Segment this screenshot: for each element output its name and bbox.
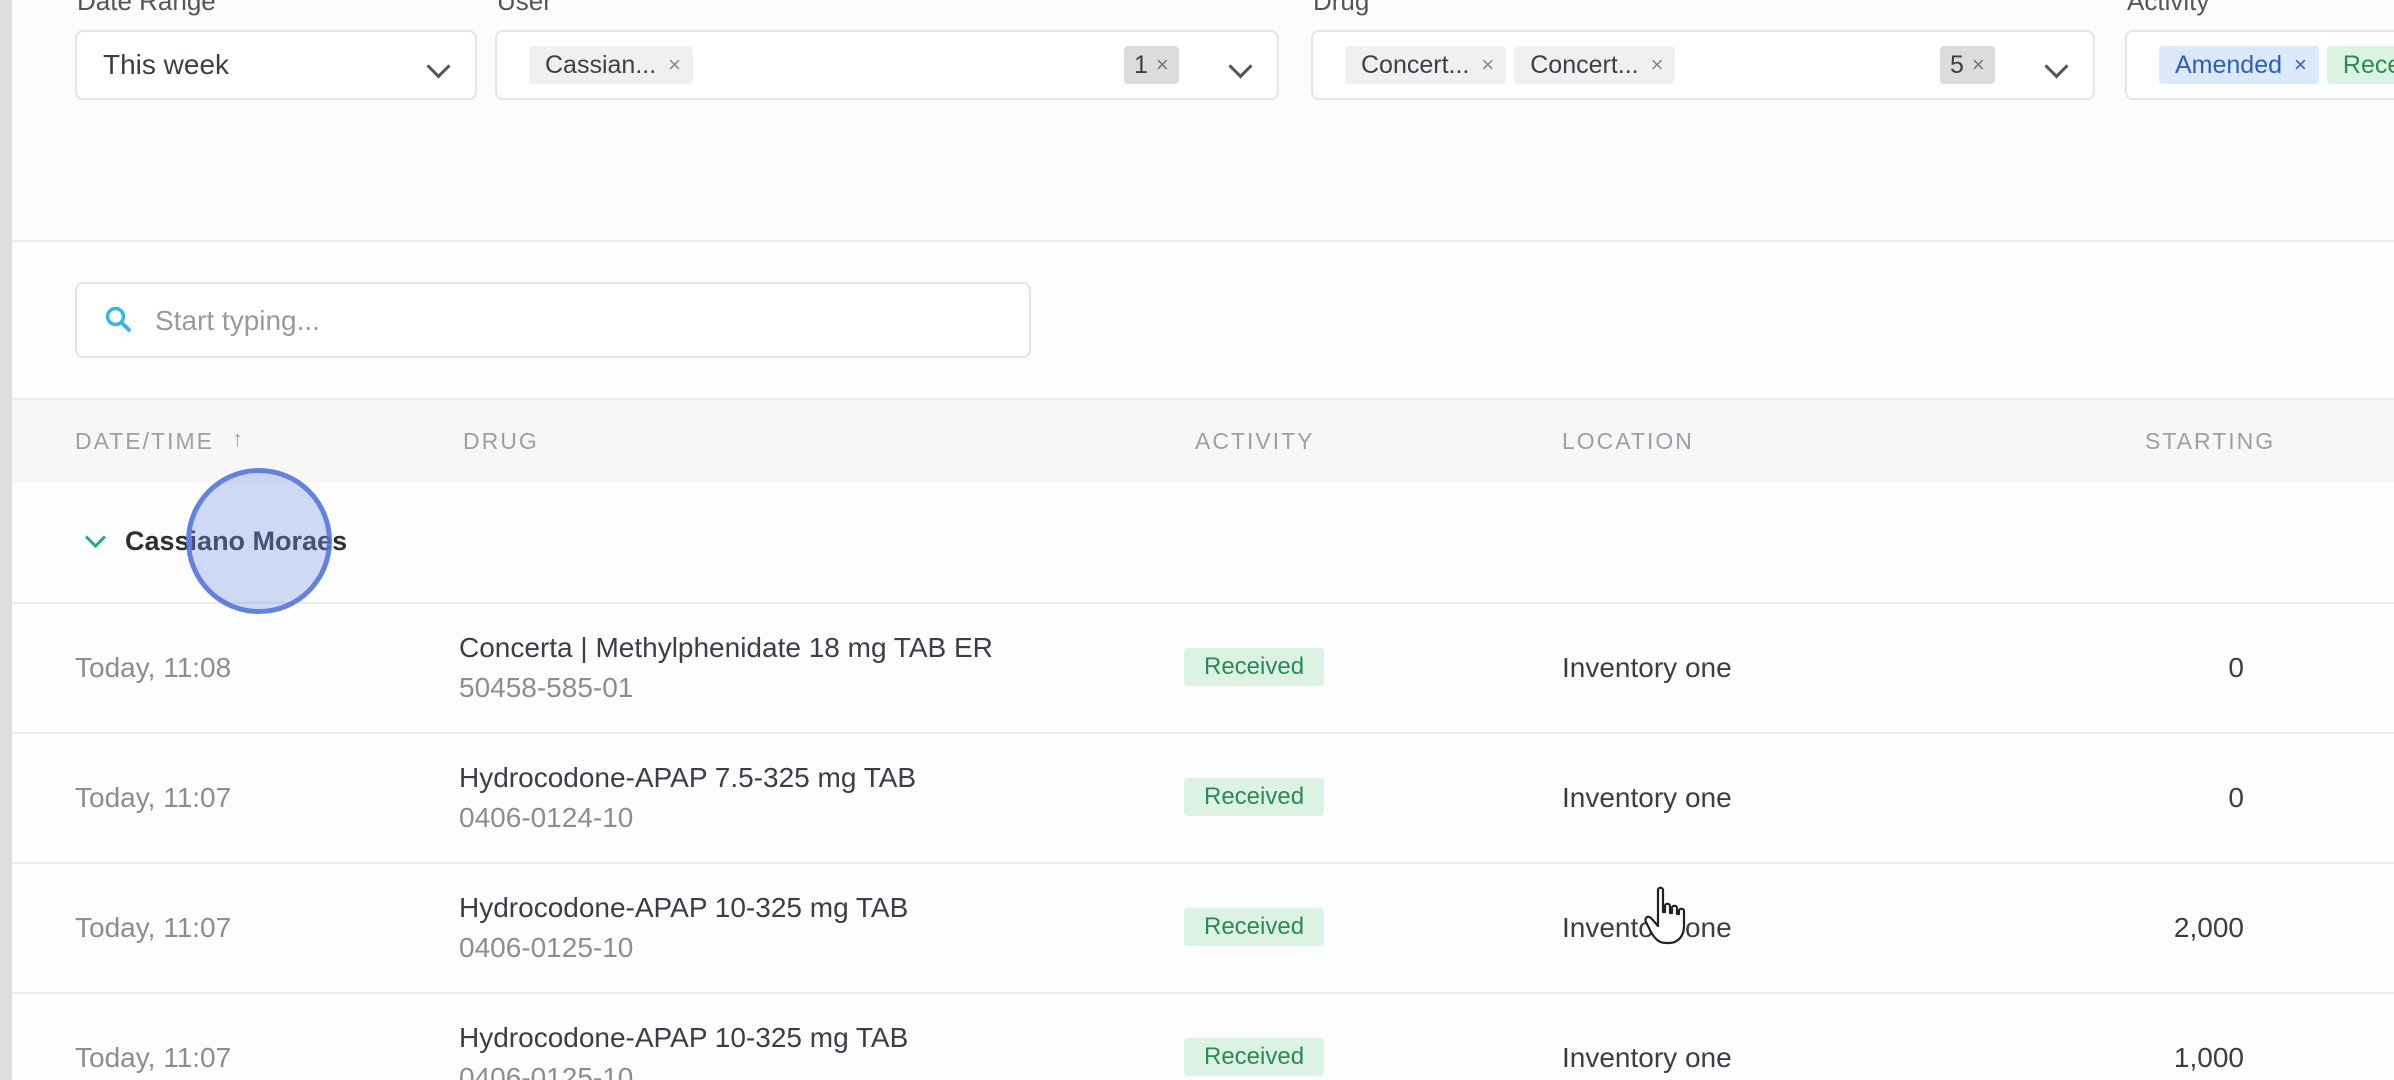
close-icon[interactable]: × — [668, 52, 681, 78]
date-range-label: Date Range — [77, 0, 216, 16]
activity-label: Activity — [2127, 0, 2210, 16]
row-starting: 2,000 — [2173, 912, 2244, 943]
row-datetime: Today, 11:07 — [75, 1042, 232, 1073]
user-select[interactable]: Cassian... × 1 × — [495, 30, 1279, 100]
sort-ascending-icon[interactable]: ↑ — [232, 426, 243, 452]
close-icon[interactable]: × — [2294, 52, 2307, 78]
row-datetime: Today, 11:07 — [75, 782, 232, 813]
date-range-value: This week — [103, 49, 230, 80]
activity-chip-label: Rece — [2342, 50, 2394, 79]
table-row[interactable]: Today, 11:07 Hydrocodone-APAP 7.5-325 mg… — [12, 734, 2394, 864]
close-icon[interactable]: × — [1972, 52, 1985, 78]
drug-count-badge[interactable]: 5 × — [1940, 46, 1995, 84]
drug-activity-page: Date Range This week User Cassian... × 1… — [12, 0, 2394, 1080]
row-drug-ndc: 50458-585-01 — [459, 672, 634, 703]
filter-bar: Date Range This week User Cassian... × 1… — [12, 0, 2394, 242]
drug-count: 5 — [1950, 50, 1964, 79]
row-datetime: Today, 11:07 — [75, 912, 232, 943]
column-header-activity[interactable]: ACTIVITY — [1195, 428, 1315, 455]
close-icon[interactable]: × — [1156, 52, 1169, 78]
search-box[interactable] — [75, 282, 1031, 358]
user-label: User — [497, 0, 552, 16]
close-icon[interactable]: × — [1651, 52, 1664, 78]
activity-chip-amended[interactable]: Amended × — [2159, 46, 2319, 84]
search-icon — [105, 306, 131, 332]
activity-select[interactable]: Amended × Rece — [2125, 30, 2394, 100]
drug-chip[interactable]: Concert... × — [1345, 46, 1507, 84]
chevron-down-icon[interactable] — [84, 526, 107, 549]
row-drug-ndc: 0406-0124-10 — [459, 802, 634, 833]
row-location: Inventory one — [1562, 1042, 1732, 1073]
status-badge: Received — [1184, 1038, 1325, 1076]
row-location: Inventory one — [1562, 782, 1732, 813]
user-chip[interactable]: Cassian... × — [529, 46, 694, 84]
status-badge: Received — [1184, 648, 1325, 686]
column-header-location[interactable]: LOCATION — [1562, 428, 1694, 455]
table-row[interactable]: Today, 11:07 Hydrocodone-APAP 10-325 mg … — [12, 994, 2394, 1080]
hand-pointer-icon — [1644, 886, 1686, 945]
row-drug-name: Hydrocodone-APAP 10-325 mg TAB — [459, 892, 909, 923]
user-chip-label: Cassian... — [545, 50, 657, 79]
row-datetime: Today, 11:08 — [75, 652, 232, 683]
user-group-row[interactable]: Cassiano Moraes — [12, 482, 2394, 604]
table-header: DATE/TIME ↑ DRUG ACTIVITY LOCATION START… — [12, 398, 2394, 484]
drug-chip[interactable]: Concert... × — [1514, 46, 1676, 84]
row-drug-name: Concerta | Methylphenidate 18 mg TAB ER — [459, 632, 993, 663]
window-edge — [0, 0, 12, 1080]
activity-chip-label: Amended — [2175, 50, 2283, 79]
status-badge: Received — [1184, 908, 1325, 946]
row-starting: 1,000 — [2173, 1042, 2244, 1073]
chevron-down-icon[interactable] — [1228, 54, 1253, 79]
user-count: 1 — [1134, 50, 1148, 79]
activity-chip-received[interactable]: Rece — [2326, 46, 2394, 84]
row-drug-name: Hydrocodone-APAP 7.5-325 mg TAB — [459, 762, 917, 793]
column-header-datetime[interactable]: DATE/TIME — [75, 428, 214, 455]
chevron-down-icon[interactable] — [2044, 54, 2069, 79]
row-location: Inventory one — [1562, 652, 1732, 683]
status-badge: Received — [1184, 778, 1325, 816]
drug-chip-label: Concert... — [1530, 50, 1639, 79]
table-row[interactable]: Today, 11:08 Concerta | Methylphenidate … — [12, 604, 2394, 734]
table-row[interactable]: Today, 11:07 Hydrocodone-APAP 10-325 mg … — [12, 864, 2394, 994]
search-input[interactable] — [153, 296, 997, 346]
drug-chip-label: Concert... — [1361, 50, 1470, 79]
row-starting: 0 — [2228, 652, 2244, 683]
drug-label: Drug — [1313, 0, 1370, 16]
date-range-select[interactable]: This week — [75, 30, 477, 100]
row-drug-ndc: 0406-0125-10 — [459, 932, 634, 963]
row-starting: 0 — [2228, 782, 2244, 813]
close-icon[interactable]: × — [1481, 52, 1494, 78]
column-header-starting[interactable]: STARTING — [2145, 428, 2275, 455]
click-indicator — [186, 468, 332, 614]
chevron-down-icon — [426, 54, 451, 79]
row-drug-ndc: 0406-0125-10 — [459, 1062, 634, 1080]
drug-select[interactable]: Concert... × Concert... × 5 × — [1311, 30, 2095, 100]
column-header-drug[interactable]: DRUG — [463, 428, 539, 455]
row-drug-name: Hydrocodone-APAP 10-325 mg TAB — [459, 1022, 909, 1053]
user-count-badge[interactable]: 1 × — [1124, 46, 1179, 84]
